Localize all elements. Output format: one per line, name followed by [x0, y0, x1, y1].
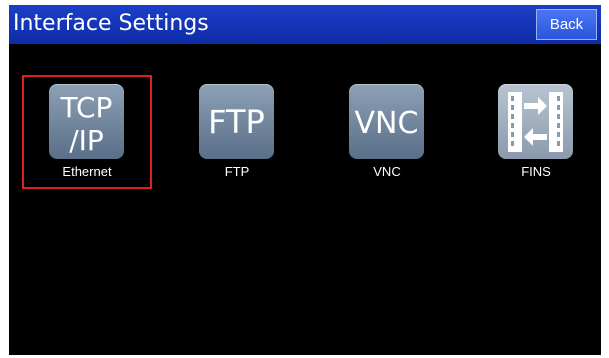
ftp-label: FTP [224, 164, 250, 179]
vnc-icon-text: VNC [355, 106, 419, 141]
vnc-tile[interactable]: VNC VNC [322, 75, 452, 189]
ftp-icon-text: FTP [208, 103, 265, 141]
ftp-tile[interactable]: FTP FTP [172, 75, 302, 189]
hmi-screen: Interface Settings Back TCP /IP Ethernet… [9, 5, 601, 355]
page-title: Interface Settings [13, 11, 209, 36]
tcp-ip-icon: TCP /IP [49, 84, 124, 159]
ethernet-label: Ethernet [62, 164, 112, 179]
ftp-icon: FTP [199, 84, 274, 159]
ethernet-tile[interactable]: TCP /IP Ethernet [22, 75, 152, 189]
tcp-ip-icon-line2: /IP [69, 124, 104, 157]
fins-icon [498, 84, 573, 159]
fins-tile[interactable]: FINS [471, 75, 601, 189]
vnc-icon: VNC [349, 84, 424, 159]
title-bar: Interface Settings Back [9, 5, 601, 44]
back-button[interactable]: Back [536, 9, 597, 40]
fins-label: FINS [521, 164, 551, 179]
tcp-ip-icon-line1: TCP [60, 91, 113, 124]
vnc-label: VNC [373, 164, 401, 179]
